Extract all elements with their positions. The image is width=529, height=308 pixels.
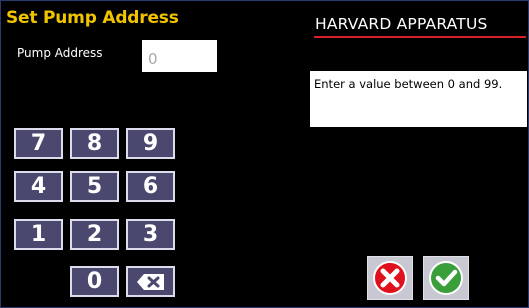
brand-name: HARVARD APPARATUS: [315, 15, 488, 33]
page-title: Set Pump Address: [6, 8, 179, 28]
brand-underline: [314, 36, 526, 38]
confirm-button[interactable]: [423, 256, 469, 300]
backspace-button[interactable]: [126, 266, 175, 297]
checkmark-icon: [429, 261, 463, 295]
key-7[interactable]: 7: [14, 128, 63, 159]
key-2[interactable]: 2: [70, 219, 119, 250]
pump-address-label: Pump Address: [17, 46, 103, 60]
key-6[interactable]: 6: [126, 171, 175, 202]
cancel-x-icon: [373, 261, 407, 295]
key-1[interactable]: 1: [14, 219, 63, 250]
key-0[interactable]: 0: [70, 266, 119, 297]
message-text: Enter a value between 0 and 99.: [314, 77, 503, 91]
backspace-icon: [136, 273, 164, 290]
key-9[interactable]: 9: [126, 128, 175, 159]
pump-address-input[interactable]: [142, 40, 217, 72]
key-3[interactable]: 3: [126, 219, 175, 250]
key-5[interactable]: 5: [70, 171, 119, 202]
key-4[interactable]: 4: [14, 171, 63, 202]
key-8[interactable]: 8: [70, 128, 119, 159]
message-box: Enter a value between 0 and 99.: [310, 71, 527, 127]
cancel-button[interactable]: [367, 256, 413, 300]
